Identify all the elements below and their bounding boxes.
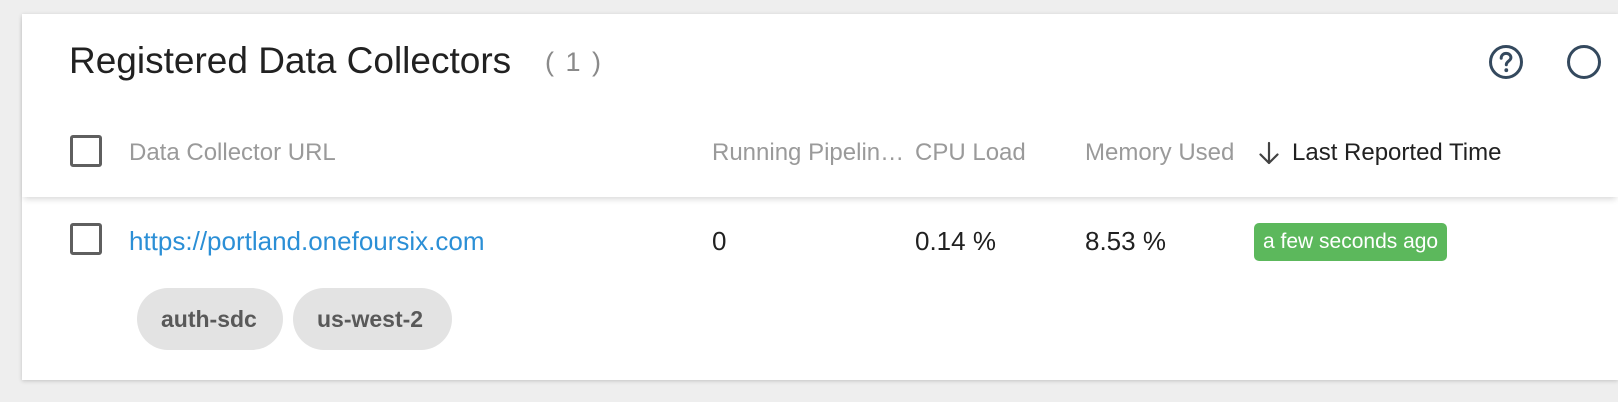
row-checkbox[interactable]	[70, 223, 102, 255]
collector-url-link[interactable]: https://portland.onefoursix.com	[129, 226, 485, 257]
select-all-checkbox[interactable]	[70, 135, 102, 167]
column-header-memory-used[interactable]: Memory Used	[1085, 139, 1234, 167]
label-chip-auth-sdc[interactable]: auth-sdc	[137, 288, 283, 350]
column-header-url[interactable]: Data Collector URL	[129, 139, 336, 167]
column-header-last-reported-time[interactable]: Last Reported Time	[1292, 139, 1501, 167]
label-chip-us-west-2[interactable]: us-west-2	[293, 288, 452, 350]
last-reported-badge: a few seconds ago	[1254, 223, 1448, 261]
memory-used-value: 8.53 %	[1085, 226, 1166, 256]
data-collectors-card: Registered Data Collectors ( 1 ) Data Co…	[22, 14, 1618, 380]
column-header-running-pipelines[interactable]: Running Pipelin…	[712, 139, 910, 167]
collector-count: ( 1 )	[545, 47, 604, 77]
toolbar-icon[interactable]	[1566, 44, 1602, 80]
page-title: Registered Data Collectors	[69, 40, 512, 81]
arrow-down-icon[interactable]	[1257, 141, 1281, 167]
help-icon[interactable]	[1488, 44, 1524, 80]
cpu-load-value: 0.14 %	[915, 226, 996, 256]
card-header: Registered Data Collectors ( 1 ) Data Co…	[22, 14, 1618, 197]
column-header-cpu-load[interactable]: CPU Load	[915, 139, 1026, 167]
running-pipelines-value: 0	[712, 226, 727, 256]
